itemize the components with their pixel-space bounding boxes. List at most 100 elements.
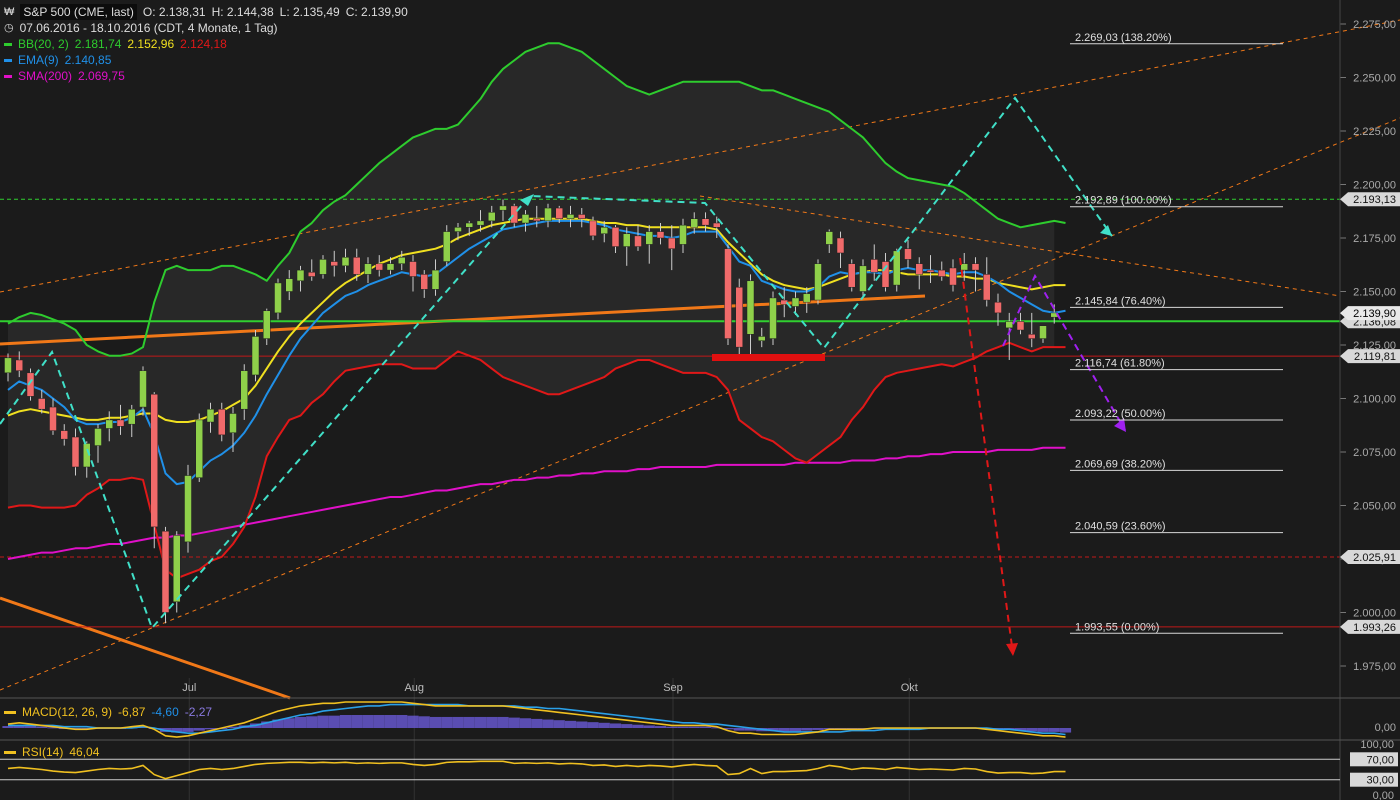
candle-body — [724, 248, 732, 339]
candle-body — [465, 222, 473, 228]
legend-bb-lower: 2.124,18 — [180, 37, 227, 51]
candle-body — [836, 237, 845, 254]
fib-label: 2.116,74 (61.80%) — [1075, 358, 1165, 370]
legend-sma-value: 2.069,75 — [78, 69, 125, 83]
macd-histogram-bar — [1059, 728, 1072, 733]
candle-body — [60, 430, 68, 440]
candle-body — [510, 205, 518, 224]
candle-body — [915, 263, 923, 275]
candle-body — [566, 214, 575, 219]
macd-histogram-bar — [564, 720, 577, 728]
candle-body — [499, 205, 507, 211]
candle-body — [1016, 321, 1025, 331]
candle-body — [904, 248, 912, 260]
price-tick-label: 2.275,00 — [1353, 19, 1396, 31]
candle-body — [94, 428, 102, 446]
candle-body — [814, 263, 822, 301]
candle-body — [533, 218, 541, 222]
price-tick-label: 2.050,00 — [1353, 501, 1396, 513]
macd-histogram-bar — [429, 716, 442, 728]
fib-label: 1.993,55 (0.00%) — [1075, 621, 1159, 633]
candle-body — [38, 398, 46, 410]
legend-low: L: 2.135,49 — [279, 5, 340, 19]
candle-body — [330, 261, 338, 267]
candle-body — [49, 406, 57, 431]
fib-label: 2.040,59 (23.60%) — [1075, 521, 1166, 533]
macd-histogram-bar — [463, 716, 475, 728]
candle-body — [578, 214, 586, 219]
month-label: Okt — [901, 682, 918, 694]
candle-body — [668, 237, 676, 249]
macd-histogram-bar — [542, 719, 554, 728]
level-badge-label: 1.993,26 — [1353, 622, 1396, 634]
candle-body — [1039, 325, 1047, 339]
fib-label: 2.069,69 (38.20%) — [1075, 458, 1166, 470]
candle-body — [690, 218, 698, 228]
candle-body — [971, 263, 980, 271]
price-tick-label: 2.250,00 — [1353, 73, 1396, 85]
legend-sma-row: SMA(200) 2.069,75 — [4, 68, 408, 84]
macd-histogram-bar — [474, 716, 487, 728]
candle-body — [1028, 334, 1036, 339]
macd-histogram-bar — [24, 726, 37, 728]
candle-body — [375, 263, 383, 271]
candle-body — [938, 269, 946, 277]
legend-header-row: ₩ S&P 500 (CME, last) O: 2.138,31 H: 2.1… — [4, 4, 408, 20]
macd-histogram-bar — [632, 724, 644, 728]
macd-histogram-bar — [609, 723, 622, 728]
macd-histogram-bar — [182, 728, 194, 732]
candle-body — [555, 207, 563, 219]
legend-close: C: 2.139,90 — [345, 5, 408, 19]
macd-histogram-bar — [452, 716, 464, 728]
candle-body — [296, 269, 305, 282]
candle-body — [341, 257, 350, 267]
candle-body — [994, 301, 1002, 314]
candle-body — [285, 278, 293, 292]
rsi-panel: 100,00 70,00 30,00 0,00 — [0, 739, 1398, 800]
support-zone-bar — [712, 354, 825, 361]
month-label: Sep — [663, 682, 683, 694]
rsi-legend: RSI(14) 46,04 — [4, 745, 99, 759]
last-price-label: 2.139,90 — [1353, 308, 1396, 320]
macd-histogram-bar — [396, 715, 408, 728]
legend-sma-label: SMA(200) — [18, 69, 73, 83]
macd-swatch — [4, 710, 16, 714]
price-tick-label: 2.075,00 — [1353, 447, 1396, 459]
candle-body — [656, 231, 665, 239]
rsi-badge-label: 30,00 — [1366, 775, 1394, 787]
level-badge-label: 2.119,81 — [1354, 351, 1396, 363]
macd-histogram-bar — [418, 716, 430, 728]
macd-histogram-bar — [283, 718, 295, 728]
macd-histogram-bar — [621, 724, 633, 728]
macd-histogram-bar — [373, 715, 385, 728]
macd-histogram-bar — [666, 726, 678, 728]
price-tick-label: 2.150,00 — [1353, 287, 1396, 299]
macd-value-2: -4,60 — [151, 705, 179, 719]
fibonacci-levels: 2.269,03 (138.20%) 2.192,89 (100.00%) 2.14… — [1070, 32, 1283, 634]
macd-histogram-bar — [36, 726, 48, 728]
macd-histogram-bar — [576, 721, 588, 728]
legend-ema-row: EMA(9) 2.140,85 — [4, 52, 408, 68]
legend-bb-label: BB(20, 2) — [18, 37, 69, 51]
price-tick-label: 2.225,00 — [1353, 126, 1396, 138]
ema-swatch — [4, 58, 12, 62]
candle-body — [803, 293, 811, 303]
legend-ema-value: 2.140,85 — [64, 53, 112, 67]
candle-body — [488, 212, 496, 222]
bollinger-band-fill — [8, 43, 1055, 579]
month-label: Aug — [404, 682, 424, 694]
macd-histogram-bar — [1048, 728, 1060, 732]
candle-body — [263, 310, 271, 339]
candle-body — [634, 235, 642, 247]
candle-body — [600, 227, 608, 234]
candle-body — [825, 231, 833, 245]
candle-body — [769, 297, 777, 339]
macd-value-1: -6,87 — [118, 705, 146, 719]
candle-body — [713, 222, 721, 228]
legend-open: O: 2.138,31 — [142, 5, 206, 19]
legend-range-row: ◷ 07.06.2016 - 18.10.2016 (CDT, 4 Monate… — [4, 20, 408, 36]
candle-body — [274, 282, 282, 314]
chart-canvas: 2.269,03 (138.20%) 2.192,89 (100.00%) 2.14… — [0, 0, 1400, 800]
macd-histogram-bar — [789, 728, 802, 732]
candle-body — [420, 274, 428, 290]
